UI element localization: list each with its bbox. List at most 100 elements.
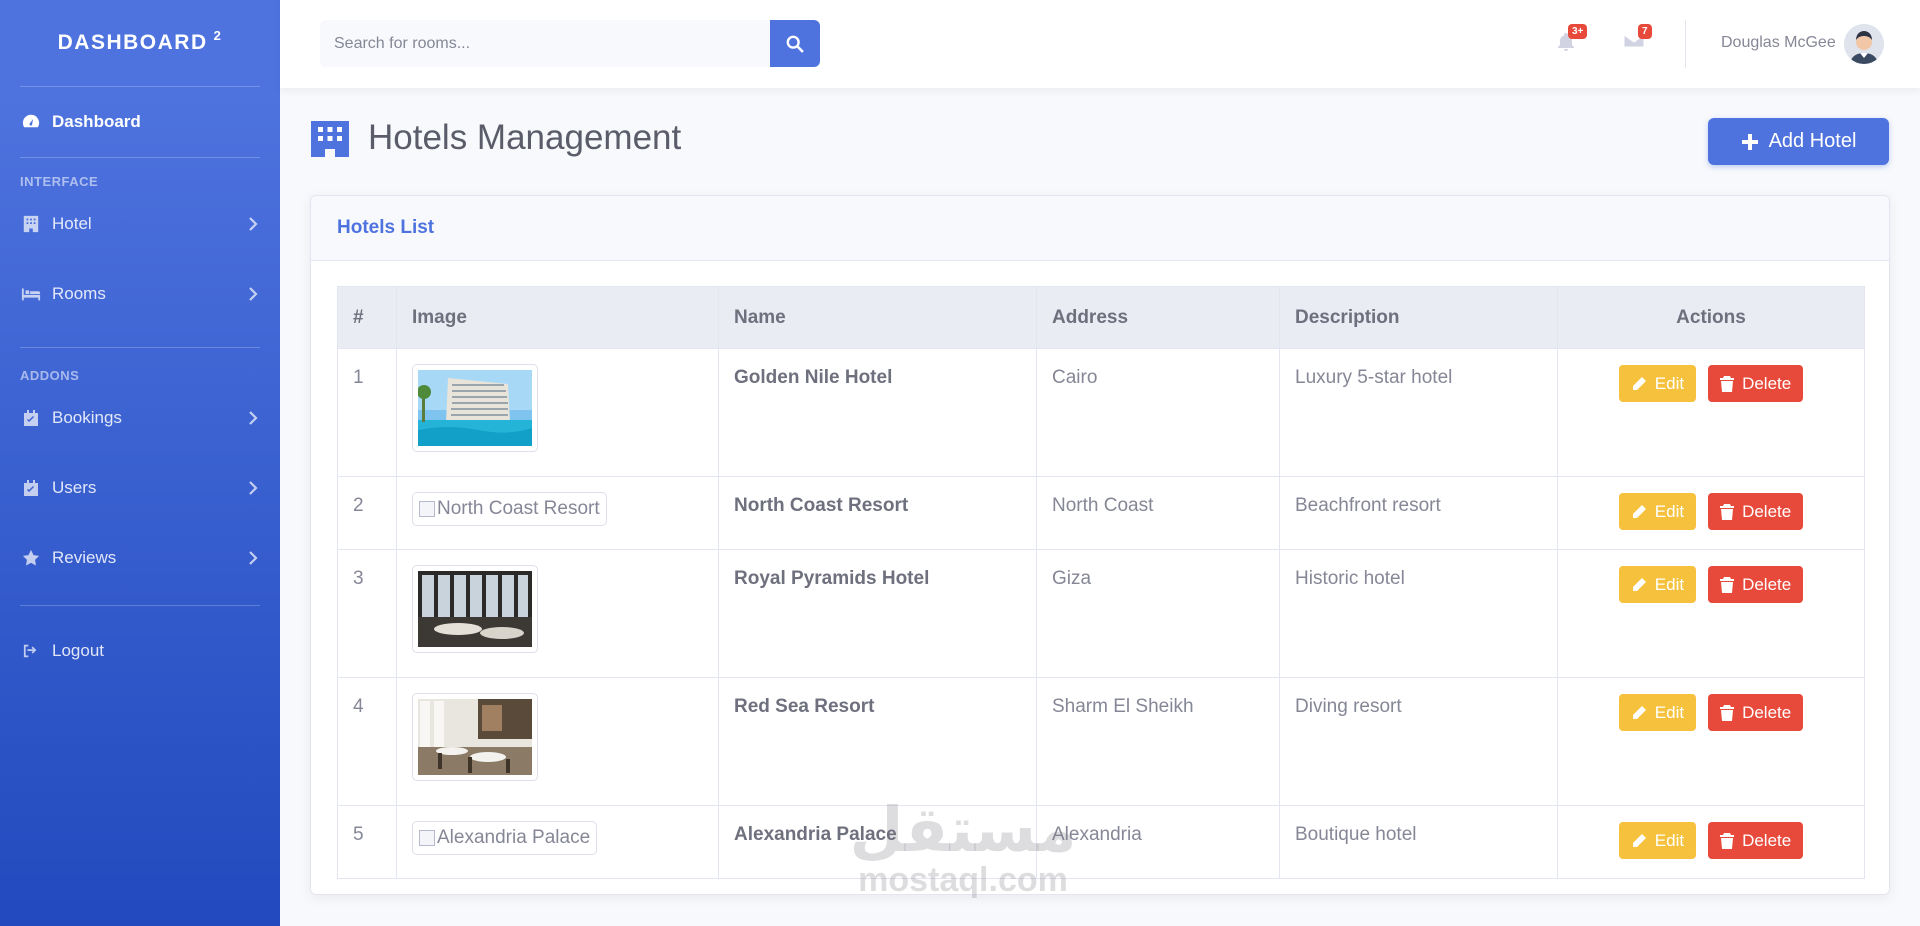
hotel-pool-image — [418, 370, 532, 446]
sidebar-item-logout[interactable]: Logout — [0, 626, 280, 676]
chevron-right-icon — [249, 481, 258, 495]
row-num: 5 — [337, 805, 397, 879]
row-image-cell: North Coast Resort — [396, 476, 719, 550]
plus-icon — [1741, 133, 1758, 150]
row-num: 4 — [337, 677, 397, 806]
search-button[interactable] — [770, 20, 820, 67]
row-actions: Edit Delete — [1557, 348, 1865, 477]
delete-button[interactable]: Delete — [1708, 365, 1804, 402]
edit-button[interactable]: Edit — [1618, 365, 1697, 402]
hotel-icon — [311, 121, 349, 157]
sidebar-item-label: Users — [52, 478, 97, 497]
star-icon — [20, 547, 42, 569]
sidebar-item-label: Reviews — [52, 548, 117, 567]
delete-label: Delete — [1742, 373, 1792, 393]
trash-icon — [1720, 576, 1735, 593]
delete-button[interactable]: Delete — [1708, 694, 1804, 731]
row-name: North Coast Resort — [718, 476, 1037, 550]
row-actions: Edit Delete — [1557, 476, 1865, 550]
broken-image: Alexandria Palace — [412, 821, 598, 855]
sidebar-item-label: Rooms — [52, 284, 106, 303]
col-header-image: Image — [396, 286, 719, 349]
broken-image-icon — [419, 830, 435, 846]
hotel-thumbnail — [412, 565, 538, 653]
trash-icon — [1720, 375, 1735, 392]
trash-icon — [1720, 704, 1735, 721]
pencil-icon — [1632, 705, 1646, 719]
delete-label: Delete — [1742, 702, 1792, 722]
sidebar-item-label: Bookings — [52, 408, 122, 427]
image-alt-text: North Coast Resort — [437, 498, 600, 519]
search-input[interactable] — [320, 20, 770, 67]
hotels-card: Hotels List # Image Name Address Descrip… — [310, 195, 1890, 895]
row-address: Sharm El Sheikh — [1036, 677, 1280, 806]
image-alt-text: Alexandria Palace — [437, 827, 591, 848]
sidebar-heading-interface: INTERFACE — [20, 174, 99, 189]
sidebar-item-rooms[interactable]: Rooms — [0, 259, 280, 329]
delete-button[interactable]: Delete — [1708, 822, 1804, 859]
search-form — [320, 20, 820, 67]
delete-label: Delete — [1742, 830, 1792, 850]
brand-text: DASHBOARD — [57, 31, 208, 54]
table-row: 1 Golden Nile Hotel Cairo Luxury 5-star … — [337, 348, 1865, 477]
messages-button[interactable]: 7 — [1623, 24, 1652, 56]
row-num: 3 — [337, 549, 397, 678]
chevron-right-icon — [249, 287, 258, 301]
add-hotel-button[interactable]: Add Hotel — [1708, 118, 1889, 165]
user-name[interactable]: Douglas McGee — [1721, 34, 1836, 52]
col-header-name: Name — [718, 286, 1037, 349]
bed-icon — [20, 283, 42, 305]
alerts-button[interactable]: 3+ — [1556, 24, 1588, 56]
sidebar-item-label: Hotel — [52, 214, 92, 233]
col-header-actions: Actions — [1557, 286, 1865, 349]
row-image-cell — [396, 549, 719, 678]
hotel-interior-image — [418, 571, 532, 647]
sidebar-item-dashboard[interactable]: Dashboard — [0, 87, 280, 157]
col-header-num: # — [337, 286, 397, 349]
edit-button[interactable]: Edit — [1618, 822, 1697, 859]
row-image-cell — [396, 677, 719, 806]
messages-badge: 7 — [1638, 24, 1652, 39]
alerts-badge: 3+ — [1568, 24, 1588, 39]
trash-icon — [1720, 832, 1735, 849]
hotel-thumbnail — [412, 364, 538, 452]
user-avatar-icon — [1844, 24, 1884, 64]
topbar: 3+ 7 Douglas McGee — [280, 0, 1920, 88]
pencil-icon — [1632, 577, 1646, 591]
edit-label: Edit — [1654, 373, 1685, 393]
card-title: Hotels List — [311, 196, 1889, 261]
row-description: Luxury 5-star hotel — [1279, 348, 1558, 477]
row-name: Red Sea Resort — [718, 677, 1037, 806]
row-image-cell: Alexandria Palace — [396, 805, 719, 879]
table-row: 2 North Coast Resort North Coast Resort … — [337, 476, 1865, 550]
sidebar-item-hotel[interactable]: Hotel — [0, 189, 280, 259]
sidebar-item-bookings[interactable]: Bookings — [0, 383, 280, 453]
edit-button[interactable]: Edit — [1618, 566, 1697, 603]
hotel-restaurant-image — [418, 699, 532, 775]
col-header-address: Address — [1036, 286, 1280, 349]
table-header-row: # Image Name Address Description Actions — [337, 286, 1865, 349]
row-address: North Coast — [1036, 476, 1280, 550]
delete-button[interactable]: Delete — [1708, 566, 1804, 603]
pencil-icon — [1632, 833, 1646, 847]
edit-button[interactable]: Edit — [1618, 493, 1697, 530]
avatar[interactable] — [1844, 24, 1884, 64]
page-title: Hotels Management — [368, 118, 682, 157]
sidebar-item-label: Logout — [52, 641, 104, 660]
tachometer-icon — [20, 111, 42, 133]
row-actions: Edit Delete — [1557, 677, 1865, 806]
topbar-divider — [1685, 20, 1686, 68]
search-icon — [786, 35, 804, 52]
row-description: Diving resort — [1279, 677, 1558, 806]
edit-label: Edit — [1654, 702, 1685, 722]
table-row: 5 Alexandria Palace Alexandria Palace Al… — [337, 805, 1865, 879]
sidebar-item-reviews[interactable]: Reviews — [0, 523, 280, 593]
delete-button[interactable]: Delete — [1708, 493, 1804, 530]
delete-label: Delete — [1742, 574, 1792, 594]
row-address: Giza — [1036, 549, 1280, 678]
edit-button[interactable]: Edit — [1618, 694, 1697, 731]
row-address: Cairo — [1036, 348, 1280, 477]
sidebar-brand[interactable]: DASHBOARD 2 — [0, 0, 280, 86]
trash-icon — [1720, 503, 1735, 520]
sidebar-item-users[interactable]: Users — [0, 453, 280, 523]
